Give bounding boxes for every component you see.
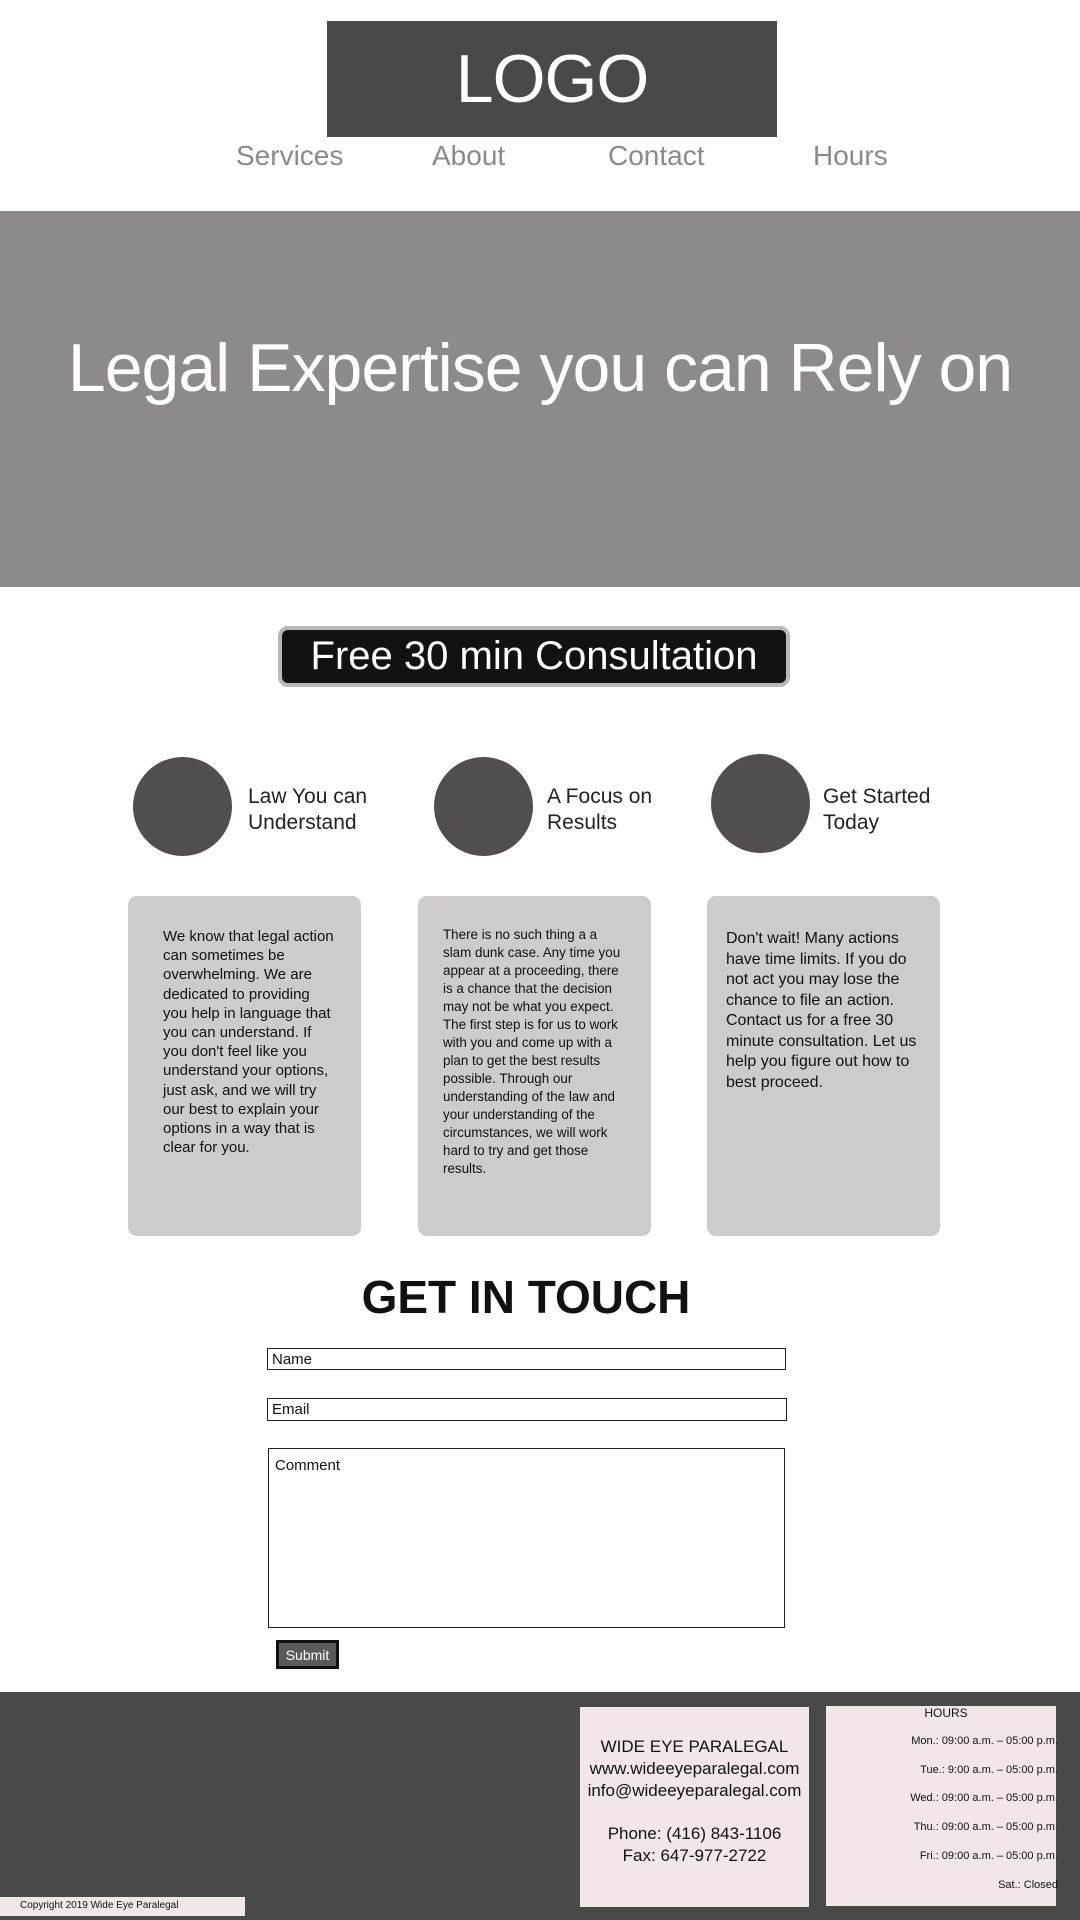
email-input[interactable] bbox=[267, 1398, 787, 1421]
feature-icon-results bbox=[434, 757, 533, 856]
hours-title: HOURS bbox=[924, 1706, 968, 1720]
feature-card-text: We know that legal action can sometimes … bbox=[163, 928, 334, 1157]
hero-headline: Legal Expertise you can Rely on bbox=[67, 330, 1013, 406]
feature-icon-understand bbox=[133, 757, 232, 856]
footer-contact-card: WIDE EYE PARALEGAL www.wideeyeparalegal.… bbox=[580, 1707, 809, 1907]
feature-title-understand: Law You can Understand bbox=[248, 785, 368, 834]
footer-hours-card: HOURS Mon.: 09:00 a.m. – 05:00 p.m. Tue.… bbox=[826, 1706, 1058, 1906]
nav-contact[interactable]: Contact bbox=[608, 140, 705, 172]
feature-title-results: A Focus on Results bbox=[547, 785, 653, 834]
main-nav: Services About Contact Hours bbox=[0, 140, 1080, 180]
feature-card-text: There is no such thing a a slam dunk cas… bbox=[443, 927, 621, 1176]
feature-title-get-started: Get Started Today bbox=[823, 785, 931, 834]
hours-row-wed: Wed.: 09:00 a.m. – 05:00 p.m. bbox=[910, 1792, 1058, 1804]
hero-banner: Legal Expertise you can Rely on bbox=[0, 211, 1080, 587]
nav-hours[interactable]: Hours bbox=[813, 140, 888, 172]
get-in-touch-title: GET IN TOUCH bbox=[361, 1271, 691, 1323]
hours-row-tue: Tue.: 9:00 a.m. – 05:00 p.m. bbox=[920, 1764, 1058, 1776]
logo[interactable]: LOGO bbox=[327, 21, 777, 137]
free-consultation-button[interactable]: Free 30 min Consultation bbox=[278, 626, 790, 687]
hours-row-mon: Mon.: 09:00 a.m. – 05:00 p.m. bbox=[911, 1735, 1058, 1747]
footer-phone: Phone: (416) 843-1106 bbox=[607, 1824, 782, 1843]
nav-services[interactable]: Services bbox=[236, 140, 343, 172]
footer-fax: Fax: 647-977-2722 bbox=[622, 1846, 767, 1865]
logo-text: LOGO bbox=[455, 41, 649, 117]
feature-card-understand: We know that legal action can sometimes … bbox=[128, 896, 361, 1236]
footer-email-link[interactable]: info@wideeyeparalegal.com bbox=[580, 1781, 809, 1801]
footer-company-name: WIDE EYE PARALEGAL bbox=[600, 1737, 789, 1756]
feature-card-get-started: Don't wait! Many actions have time limit… bbox=[707, 896, 940, 1236]
copyright: Copyright 2019 Wide Eye Paralegal bbox=[0, 1897, 245, 1916]
footer-website-link[interactable]: www.wideeyeparalegal.com bbox=[580, 1759, 809, 1779]
feature-card-text: Don't wait! Many actions have time limit… bbox=[726, 930, 917, 1091]
nav-about[interactable]: About bbox=[432, 140, 505, 172]
hours-row-sat: Sat.: Closed bbox=[998, 1879, 1058, 1891]
hours-row-thu: Thu.: 09:00 a.m. – 05:00 p.m. bbox=[913, 1821, 1058, 1833]
hours-row-fri: Fri.: 09:00 a.m. – 05:00 p.m. bbox=[919, 1850, 1058, 1862]
feature-icon-get-started bbox=[711, 754, 810, 853]
comment-textarea[interactable] bbox=[268, 1448, 785, 1628]
feature-card-results: There is no such thing a a slam dunk cas… bbox=[418, 896, 651, 1236]
name-input[interactable] bbox=[267, 1348, 786, 1370]
submit-button[interactable]: Submit bbox=[276, 1640, 339, 1669]
